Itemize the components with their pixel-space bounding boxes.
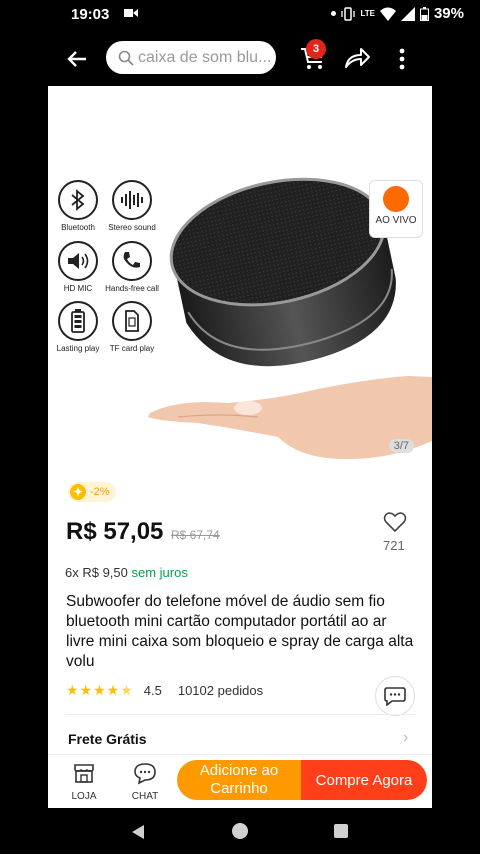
feature-bluetooth: Bluetooth [48, 180, 108, 232]
discount-percent: -2% [90, 486, 110, 498]
rating-row[interactable]: ★★★★★ 4.5 10102 pedidos [66, 682, 263, 699]
feature-label: Bluetooth [61, 223, 95, 232]
feature-battery: Lasting play [48, 301, 108, 353]
more-vertical-icon[interactable] [392, 44, 412, 74]
store-icon [74, 764, 94, 783]
live-stream-button[interactable]: AO VIVO [369, 180, 423, 238]
star-rating-icon: ★★★★★ [66, 682, 134, 698]
image-pager: 3/7 [388, 439, 414, 453]
chat-bubble-button[interactable] [375, 676, 415, 716]
back-arrow-icon[interactable] [62, 44, 92, 74]
network-label: LTE [360, 9, 375, 18]
divider [66, 714, 416, 715]
signal-icon [400, 6, 415, 21]
search-placeholder: caixa de som blu... [138, 48, 272, 66]
battery-status-icon [419, 6, 429, 21]
installments-value: 6x R$ 9,50 [65, 565, 128, 580]
chat-label: CHAT [131, 791, 159, 802]
live-logo-icon [383, 186, 409, 212]
speaker-mic-icon [58, 241, 98, 281]
vibrate-icon [341, 6, 356, 21]
video-icon [124, 9, 138, 17]
chat-icon [384, 687, 406, 706]
store-label: LOJA [71, 791, 97, 802]
product-image-gallery[interactable]: Bluetooth Stereo sound HD MIC Hands-free… [48, 86, 432, 470]
add-to-cart-button[interactable]: Adicione ao Carrinho [177, 760, 301, 800]
message-icon [134, 763, 156, 785]
shipping-label[interactable]: Frete Grátis [68, 731, 147, 747]
original-price: R$ 67,74 [171, 528, 220, 542]
cart-count-badge: 3 [306, 39, 326, 59]
feature-label: Lasting play [56, 344, 100, 353]
app-bar: caixa de som blu... 3 [0, 30, 480, 86]
status-bar: 19:03 LTE 39% [0, 0, 480, 30]
rating-value: 4.5 [143, 683, 162, 698]
product-title: Subwoofer do telefone móvel de áudio sem… [66, 593, 414, 670]
search-icon [118, 50, 134, 66]
status-time: 19:03 [71, 6, 110, 23]
status-icons: LTE 39% [331, 5, 464, 22]
screen: 19:03 LTE 39% caixa de som blu... 3 Blue… [0, 0, 480, 854]
bottom-action-bar: LOJA CHAT Adicione ao Carrinho Compre Ag… [48, 754, 432, 808]
chevron-right-icon[interactable]: › [403, 729, 408, 747]
nav-recents-icon[interactable] [334, 824, 348, 838]
heart-icon[interactable] [383, 510, 407, 534]
feature-mic: HD MIC [48, 241, 108, 293]
notification-dot-icon [331, 11, 337, 16]
discount-badge: ✦ -2% [68, 482, 116, 502]
store-button[interactable]: LOJA [64, 761, 104, 802]
product-card: Bluetooth Stereo sound HD MIC Hands-free… [48, 86, 432, 808]
feature-label: HD MIC [63, 284, 93, 293]
system-nav-bar [0, 808, 480, 854]
chat-button[interactable]: CHAT [125, 761, 165, 802]
product-price: R$ 57,05 [66, 518, 164, 545]
installments: 6x R$ 9,50 sem juros [65, 565, 188, 580]
live-label: AO VIVO [375, 215, 417, 226]
wifi-icon [379, 7, 396, 21]
nav-back-icon[interactable] [130, 824, 146, 840]
battery-percent: 39% [433, 5, 464, 22]
nav-home-icon[interactable] [232, 823, 248, 839]
bluetooth-icon [58, 180, 98, 220]
favorites-count: 721 [383, 538, 405, 553]
buy-now-button[interactable]: Compre Agora [301, 760, 427, 800]
installments-interest: sem juros [131, 565, 188, 580]
search-input[interactable]: caixa de som blu... [106, 41, 276, 74]
coin-icon: ✦ [70, 484, 86, 500]
orders-count: 10102 pedidos [177, 683, 264, 698]
share-icon[interactable] [342, 43, 372, 73]
battery-icon [58, 301, 98, 341]
